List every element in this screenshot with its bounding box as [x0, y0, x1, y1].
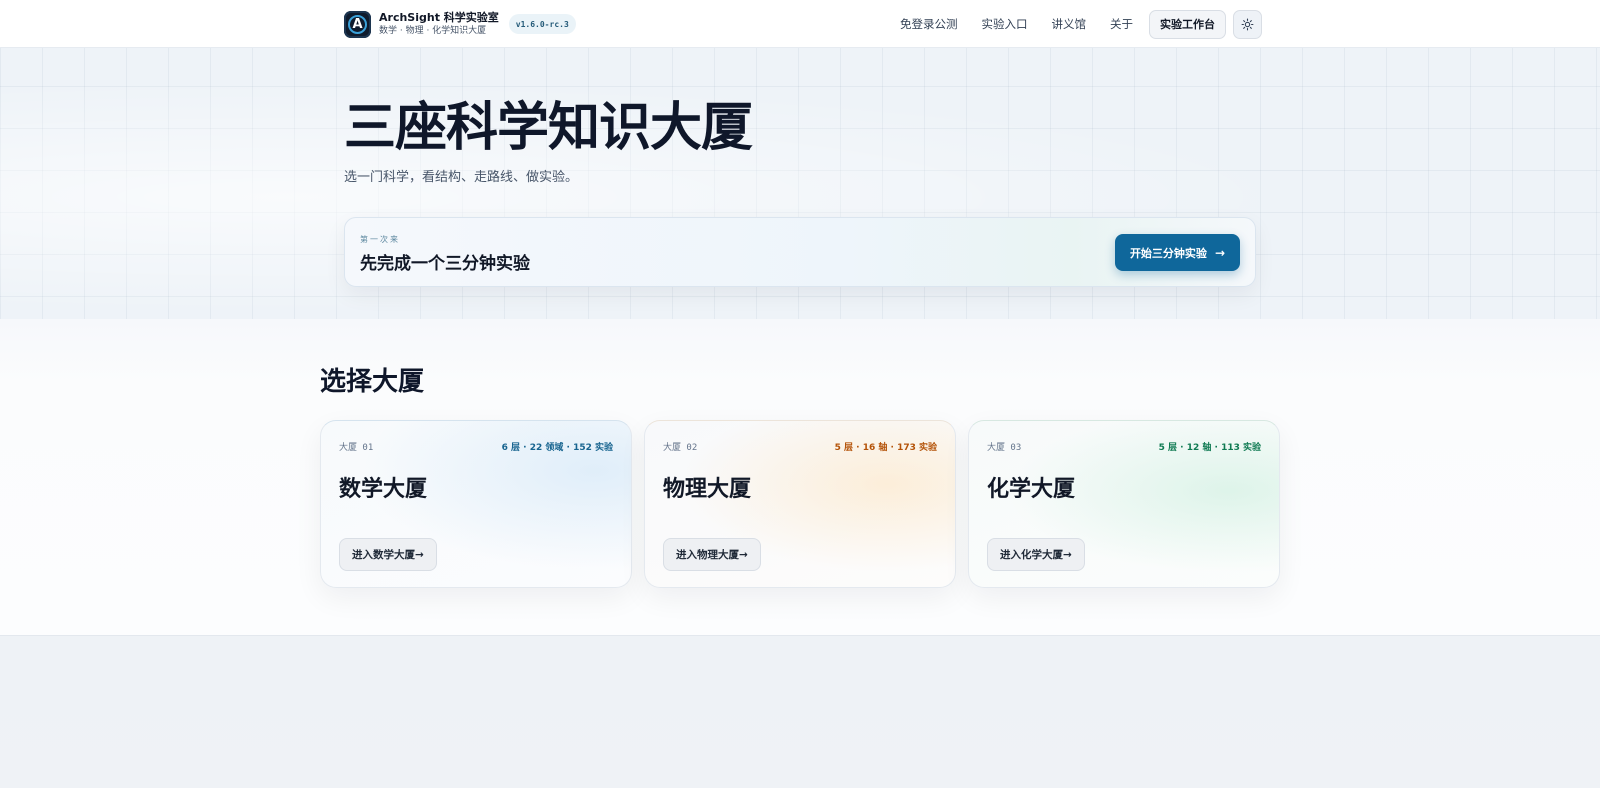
start-quick-experiment-label: 开始三分钟实验	[1129, 246, 1207, 260]
brand-subtitle: 数学 · 物理 · 化学知识大厦	[379, 26, 487, 36]
nav-link-about[interactable]: 关于	[1110, 16, 1133, 32]
building-card-stats: 5 层 · 16 轴 · 173 实验	[834, 443, 937, 453]
hero-section: 三座科学知识大厦 选一门科学，看结构、走路线、做实验。 第一次来 先完成一个三分…	[0, 48, 1600, 319]
theme-toggle-button[interactable]	[1233, 9, 1262, 39]
nav-link-lecture-hall[interactable]: 讲义馆	[1052, 16, 1087, 32]
quick-start-kicker: 第一次来	[360, 235, 400, 244]
workbench-button[interactable]: 实验工作台	[1149, 9, 1226, 39]
sun-icon	[1241, 18, 1254, 30]
nav-link-public-beta[interactable]: 免登录公测	[900, 16, 958, 32]
building-card-tag: 大厦 01	[339, 443, 374, 453]
building-card-stats: 5 层 · 12 轴 · 113 实验	[1158, 443, 1261, 453]
hero-title: 三座科学知识大厦	[344, 97, 753, 158]
section-title: 选择大厦	[320, 367, 425, 397]
brand-text: ArchSight 科学实验室 数学 · 物理 · 化学知识大厦	[379, 11, 499, 37]
building-card-physics[interactable]: 大厦 02 5 层 · 16 轴 · 173 实验 物理大厦 进入物理大厦→	[644, 420, 956, 588]
enter-physics-building-button[interactable]: 进入物理大厦→	[663, 538, 761, 571]
buildings-section: 选择大厦 大厦 01 6 层 · 22 领域 · 152 实验 数学大厦 进入数…	[0, 319, 1600, 636]
brand-title: ArchSight 科学实验室	[379, 11, 499, 24]
top-header: A ArchSight 科学实验室 数学 · 物理 · 化学知识大厦 v1.6.…	[0, 0, 1600, 48]
building-card-tag: 大厦 02	[663, 443, 698, 453]
brand[interactable]: A ArchSight 科学实验室 数学 · 物理 · 化学知识大厦 v1.6.…	[344, 10, 576, 38]
building-card-title: 物理大厦	[663, 476, 752, 502]
hero-subtitle: 选一门科学，看结构、走路线、做实验。	[344, 170, 579, 185]
page-footer-area	[0, 636, 1600, 788]
archsight-logo-icon: A	[344, 10, 371, 38]
building-card-tag: 大厦 03	[987, 443, 1022, 453]
building-card-chemistry[interactable]: 大厦 03 5 层 · 12 轴 · 113 实验 化学大厦 进入化学大厦→	[968, 420, 1280, 588]
nav-link-lab-entry[interactable]: 实验入口	[982, 16, 1028, 32]
enter-chemistry-building-button[interactable]: 进入化学大厦→	[987, 538, 1085, 571]
building-card-stats: 6 层 · 22 领域 · 152 实验	[501, 443, 613, 453]
arrow-right-icon: →	[1214, 245, 1225, 260]
enter-math-building-button[interactable]: 进入数学大厦→	[339, 538, 437, 571]
building-card-title: 数学大厦	[339, 476, 428, 502]
version-badge: v1.6.0-rc.3	[508, 14, 576, 34]
quick-start-card: 第一次来 先完成一个三分钟实验 开始三分钟实验 →	[344, 217, 1256, 287]
main-nav: 免登录公测 实验入口 讲义馆 关于 实验工作台	[900, 9, 1262, 39]
building-card-math[interactable]: 大厦 01 6 层 · 22 领域 · 152 实验 数学大厦 进入数学大厦→	[320, 420, 632, 588]
start-quick-experiment-button[interactable]: 开始三分钟实验 →	[1114, 234, 1240, 271]
quick-start-title: 先完成一个三分钟实验	[360, 254, 530, 274]
building-card-title: 化学大厦	[987, 476, 1076, 502]
